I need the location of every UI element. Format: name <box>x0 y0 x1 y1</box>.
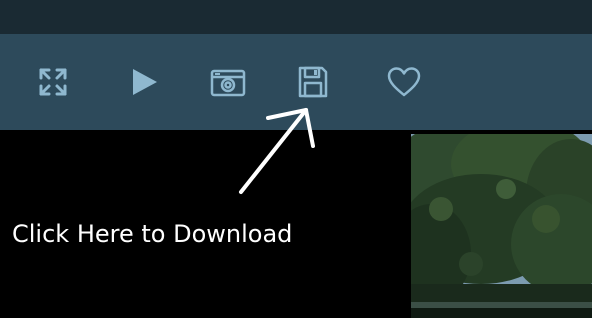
arrow-pointer-icon <box>239 108 315 194</box>
fullscreen-icon <box>39 68 67 96</box>
favorite-button[interactable] <box>380 58 428 106</box>
fullscreen-button[interactable] <box>29 58 77 106</box>
save-button[interactable] <box>289 58 337 106</box>
save-icon <box>298 66 328 98</box>
video-thumbnail[interactable] <box>411 134 592 318</box>
play-icon <box>133 69 157 95</box>
play-button[interactable] <box>120 58 168 106</box>
thumbnail-image <box>411 134 592 318</box>
favorite-icon <box>387 67 421 97</box>
snapshot-button[interactable] <box>204 58 252 106</box>
snapshot-icon <box>210 69 246 97</box>
download-hint-text: Click Here to Download <box>12 220 293 248</box>
top-bar <box>0 0 592 34</box>
